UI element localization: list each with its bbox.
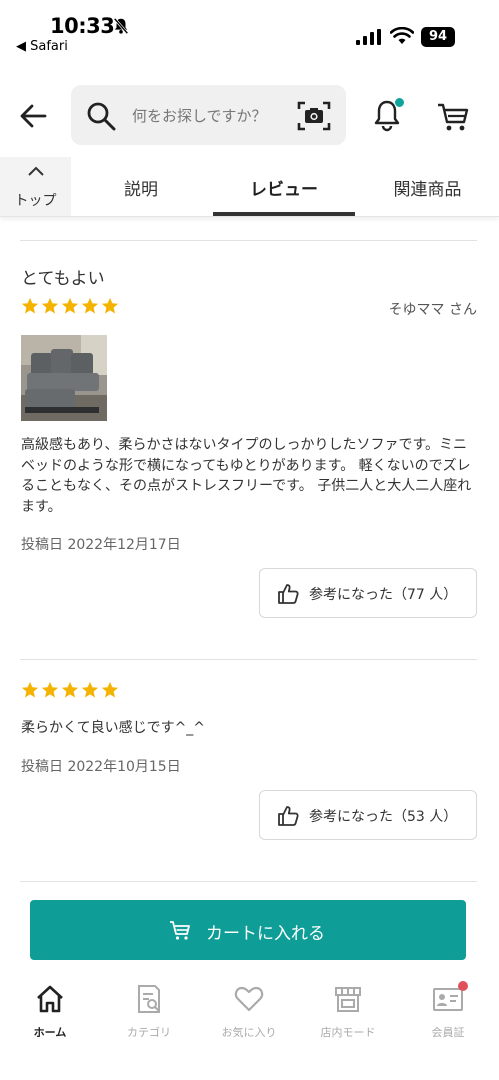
- search-icon: [87, 102, 116, 131]
- star-icon: [81, 297, 99, 314]
- star-icon: [101, 681, 119, 698]
- helpful-button[interactable]: 参考になった（77 人）: [259, 568, 477, 618]
- nav-favorites[interactable]: お気に入り: [199, 980, 299, 1040]
- add-to-cart-label: カートに入れる: [206, 924, 325, 944]
- sofa-photo-image: [21, 335, 107, 421]
- thumbs-up-icon: [278, 806, 299, 826]
- review-body: 柔らかくて良い感じです^_^: [21, 720, 206, 736]
- nav-home-label: ホーム: [33, 1026, 67, 1039]
- status-bar: 10:33 ◀ Safari 94: [0, 0, 499, 60]
- notification-dot: [394, 97, 405, 108]
- nav-home[interactable]: ホーム: [0, 980, 100, 1040]
- review-body: 高級感もあり、柔らかさはないタイプのしっかりしたソファです。ミニベッドのような形…: [21, 437, 472, 515]
- nav-favorites-label: お気に入り: [221, 1026, 277, 1039]
- nav-category-label: カテゴリ: [127, 1026, 171, 1039]
- review-date: 投稿日 2022年10月15日: [21, 759, 181, 775]
- member-card-badge: [458, 981, 468, 991]
- helpful-count-label: 参考になった（53 人）: [309, 809, 458, 825]
- store-icon: [335, 987, 361, 1012]
- cart-icon: [170, 921, 190, 940]
- status-time: 10:33: [50, 14, 115, 38]
- star-icon: [61, 297, 79, 314]
- review-photo[interactable]: [21, 335, 107, 421]
- star-icon: [21, 681, 39, 698]
- tab-related-products[interactable]: 関連商品: [380, 175, 475, 200]
- nav-store-mode[interactable]: 店内モード: [298, 980, 398, 1040]
- add-to-cart-button[interactable]: カートに入れる: [30, 900, 466, 960]
- nav-member-card-label: 会員証: [431, 1026, 465, 1039]
- star-icon: [81, 681, 99, 698]
- active-tab-indicator: [213, 212, 355, 216]
- star-rating: [21, 297, 119, 317]
- tab-reviews[interactable]: レビュー: [213, 175, 355, 200]
- tab-description[interactable]: 説明: [103, 175, 179, 200]
- reviewer-name: そゆママ さん: [388, 302, 477, 318]
- helpful-count-label: 参考になった（77 人）: [309, 587, 458, 603]
- chevron-up-icon: [28, 166, 44, 176]
- star-icon: [41, 297, 59, 314]
- thumbs-up-icon: [278, 584, 299, 604]
- home-icon: [37, 985, 63, 1013]
- divider: [20, 881, 477, 882]
- divider: [20, 659, 477, 660]
- back-to-safari-link[interactable]: ◀ Safari: [16, 39, 68, 54]
- star-icon: [61, 681, 79, 698]
- review-title: とてもよい: [21, 269, 105, 289]
- battery-indicator: 94: [421, 27, 455, 47]
- nav-category[interactable]: カテゴリ: [99, 980, 199, 1040]
- scroll-top-button[interactable]: トップ: [0, 157, 71, 216]
- review-date: 投稿日 2022年12月17日: [21, 537, 181, 553]
- star-rating: [21, 681, 119, 701]
- back-arrow-icon[interactable]: [14, 96, 54, 136]
- star-icon: [101, 297, 119, 314]
- product-tabs: トップ 説明 レビュー 関連商品: [0, 157, 499, 217]
- cellular-signal-icon: [356, 29, 381, 45]
- helpful-button[interactable]: 参考になった（53 人）: [259, 790, 477, 840]
- nav-store-mode-label: 店内モード: [320, 1026, 376, 1039]
- wifi-icon: [390, 27, 414, 44]
- nav-member-card[interactable]: 会員証: [398, 980, 498, 1040]
- search-input[interactable]: 何をお探しですか？: [132, 105, 267, 126]
- bottom-navigation: ホーム カテゴリ お気に入り 店内モード 会員証: [0, 975, 499, 1080]
- star-icon: [21, 297, 39, 314]
- divider: [20, 240, 477, 241]
- bell-muted-icon: [113, 17, 129, 35]
- cart-icon[interactable]: [434, 100, 472, 134]
- scroll-top-label: トップ: [14, 193, 57, 209]
- heart-icon: [234, 986, 264, 1012]
- camera-search-icon[interactable]: [297, 100, 331, 132]
- app-header: 何をお探しですか？: [0, 80, 499, 150]
- category-icon: [138, 985, 160, 1013]
- search-bar[interactable]: 何をお探しですか？: [71, 85, 346, 145]
- star-icon: [41, 681, 59, 698]
